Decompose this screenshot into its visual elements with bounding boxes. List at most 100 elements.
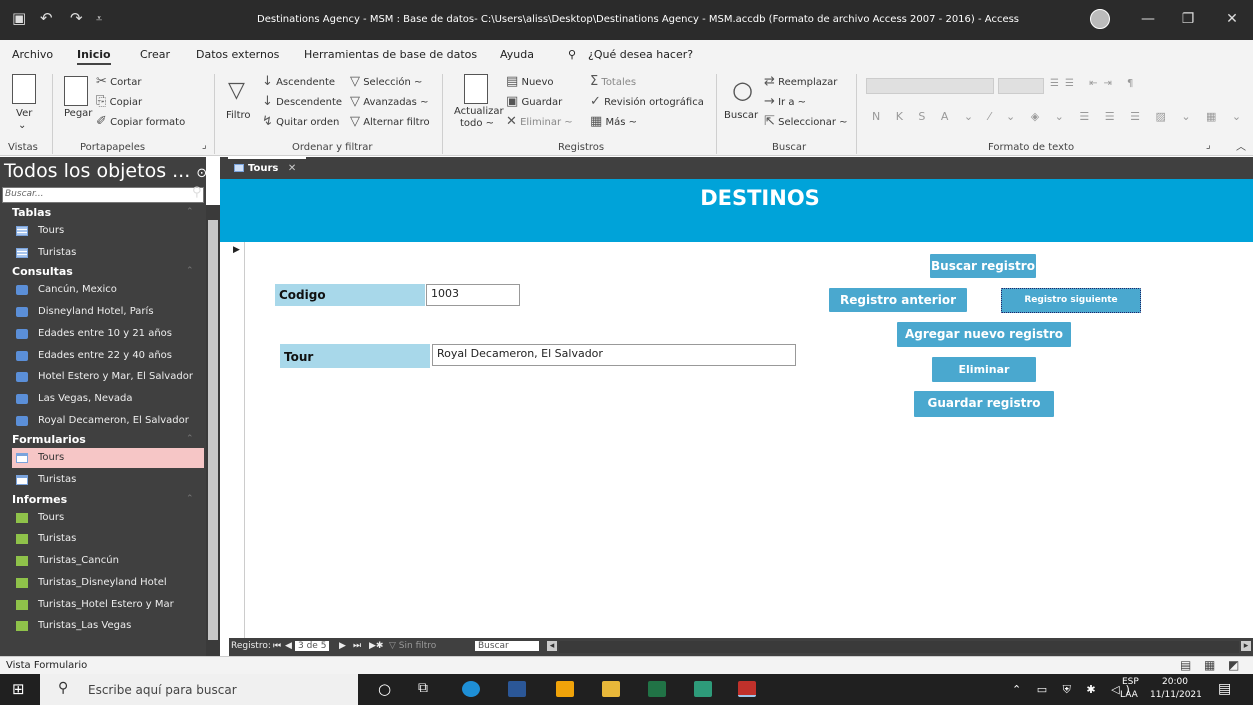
view-icon[interactable] [12,74,36,104]
buscar-registro-button[interactable]: Buscar registro [930,254,1036,278]
collapse-ribbon-icon[interactable]: ︿ [1236,138,1246,153]
nav-item[interactable]: Las Vegas, Nevada [12,389,204,409]
record-search-input[interactable]: Buscar [475,641,539,651]
cortana-icon[interactable]: ○ [378,680,391,698]
save-record-button[interactable]: Guardar [521,97,562,108]
tell-me-search[interactable]: ¿Qué desea hacer? [588,48,693,61]
codigo-field[interactable]: 1003 [426,284,520,306]
input-language-region[interactable]: LAA [1120,690,1138,700]
goto-button[interactable]: Ir a ~ [778,97,806,108]
redo-icon[interactable]: ↷ [70,9,83,27]
windows-start-icon[interactable]: ⊞ [12,680,25,698]
nav-item[interactable]: Turistas_Hotel Estero y Mar [12,595,204,615]
advanced-button[interactable]: Avanzadas ~ [363,97,428,108]
excel-icon[interactable] [648,681,666,697]
nav-item[interactable]: Tours [12,448,204,469]
select-button[interactable]: Seleccionar ~ [778,117,847,128]
clock-date[interactable]: 11/11/2021 [1150,690,1202,700]
dialog-launcher-icon[interactable]: ⌟ [202,140,207,151]
nav-item[interactable]: Edades entre 10 y 21 años [12,324,204,344]
layout-view-icon[interactable]: ▦ [1204,658,1215,672]
nav-item[interactable]: Cancún, Mexico [12,280,204,300]
nav-item[interactable]: Turistas [12,529,204,549]
list-format-icons[interactable]: ☰☰ ⇤⇥ ¶ [1050,78,1139,89]
refresh-all-dropdown[interactable]: todo ~ [460,118,494,129]
find-button[interactable]: Buscar [724,110,758,121]
form-view-icon[interactable]: ▤ [1180,658,1191,672]
nav-item[interactable]: Tours [12,221,204,241]
tour-field[interactable]: Royal Decameron, El Salvador [432,344,796,366]
collapse-icon[interactable]: ⌃ [186,434,194,444]
nav-item[interactable]: Turistas [12,243,204,263]
sort-ascending-button[interactable]: Ascendente [276,77,335,88]
toggle-filter-button[interactable]: Alternar filtro [363,117,429,128]
nav-item[interactable]: Hotel Estero y Mar, El Salvador [12,367,204,387]
filter-button[interactable]: Filtro [226,110,251,121]
clock-time[interactable]: 20:00 [1162,677,1188,687]
eliminar-button[interactable]: Eliminar [932,357,1036,382]
guardar-registro-button[interactable]: Guardar registro [914,391,1054,417]
nav-category[interactable]: Formularios [12,433,86,446]
format-painter-button[interactable]: Copiar formato [110,117,185,128]
nav-item[interactable]: Turistas_Las Vegas [12,616,204,636]
collapse-icon[interactable]: ⌃ [186,207,194,217]
nav-pane-header[interactable]: Todos los objetos ... ⊙ [4,160,206,182]
new-record-button[interactable]: Nuevo [521,77,553,88]
collapse-icon[interactable]: ⌃ [186,494,194,504]
text-style-icons[interactable]: N K S A ⌄ ⁄ ⌄ ◈ ⌄ ☰ ☰ ☰ ▨ ⌄ ▦ ⌄ [872,110,1247,123]
more-button[interactable]: Más ~ [605,117,637,128]
nav-category[interactable]: Informes [12,493,67,506]
store-icon[interactable] [556,681,574,697]
find-icon[interactable]: ○ [732,76,753,104]
nav-item[interactable]: Edades entre 22 y 40 años [12,346,204,366]
last-record-icon[interactable]: ⏭ [353,641,361,651]
font-name-box[interactable] [866,78,994,94]
font-size-box[interactable] [998,78,1044,94]
taskbar-search-input[interactable]: Escribe aquí para buscar [40,674,358,705]
nav-item[interactable]: Turistas_Cancún [12,551,204,571]
collapse-icon[interactable]: ⌃ [186,266,194,276]
registro-siguiente-button[interactable]: Registro siguiente [1001,288,1141,313]
copy-button[interactable]: Copiar [110,97,142,108]
word-icon[interactable] [508,681,526,697]
nav-item[interactable]: Royal Decameron, El Salvador [12,411,204,431]
nav-item[interactable]: Tours [12,508,204,528]
new-record-nav-icon[interactable]: ▶✱ [369,641,383,651]
nav-category[interactable]: Tablas [12,206,51,219]
nav-item[interactable]: Turistas [12,470,204,490]
edge-icon[interactable] [462,681,480,697]
scroll-left-icon[interactable]: ◂ [547,641,557,651]
horizontal-scrollbar[interactable] [559,641,1239,653]
paste-button[interactable]: Pegar [64,108,92,119]
close-icon[interactable]: ✕ [288,163,296,174]
first-record-icon[interactable]: ⏮ [273,641,281,651]
undo-icon[interactable]: ↶ [40,9,53,27]
nav-search-input[interactable]: Buscar... [2,187,204,203]
filter-icon[interactable]: ▽ [228,78,245,103]
scroll-right-icon[interactable]: ▸ [1241,641,1251,651]
file-explorer-icon[interactable] [602,681,620,697]
notifications-icon[interactable]: ▤ [1218,681,1231,697]
tab-datos-externos[interactable]: Datos externos [196,48,279,61]
totals-button[interactable]: Totales [601,77,636,88]
cut-button[interactable]: Cortar [110,77,141,88]
save-icon[interactable]: ▣ [12,9,26,27]
clear-sort-button[interactable]: Quitar orden [276,117,339,128]
publisher-icon[interactable] [694,681,712,697]
nav-item[interactable]: Turistas_Disneyland Hotel [12,573,204,593]
tab-herramientas[interactable]: Herramientas de base de datos [304,48,477,61]
restore-icon[interactable]: ❐ [1178,11,1198,27]
selection-button[interactable]: Selección ~ [363,77,422,88]
dialog-launcher-icon[interactable]: ⌟ [1206,140,1211,151]
account-avatar[interactable] [1090,9,1110,29]
customize-toolbar-icon[interactable]: ⩡ [96,12,102,26]
filter-status[interactable]: ▽ Sin filtro [389,641,436,651]
design-view-icon[interactable]: ◩ [1228,658,1239,672]
next-record-icon[interactable]: ▶ [339,641,346,651]
tab-crear[interactable]: Crear [140,48,170,61]
tab-archivo[interactable]: Archivo [12,48,53,61]
access-icon[interactable] [738,681,756,697]
registro-anterior-button[interactable]: Registro anterior [829,288,967,312]
previous-record-icon[interactable]: ◀ [285,641,292,651]
view-button[interactable]: Ver [16,108,32,119]
